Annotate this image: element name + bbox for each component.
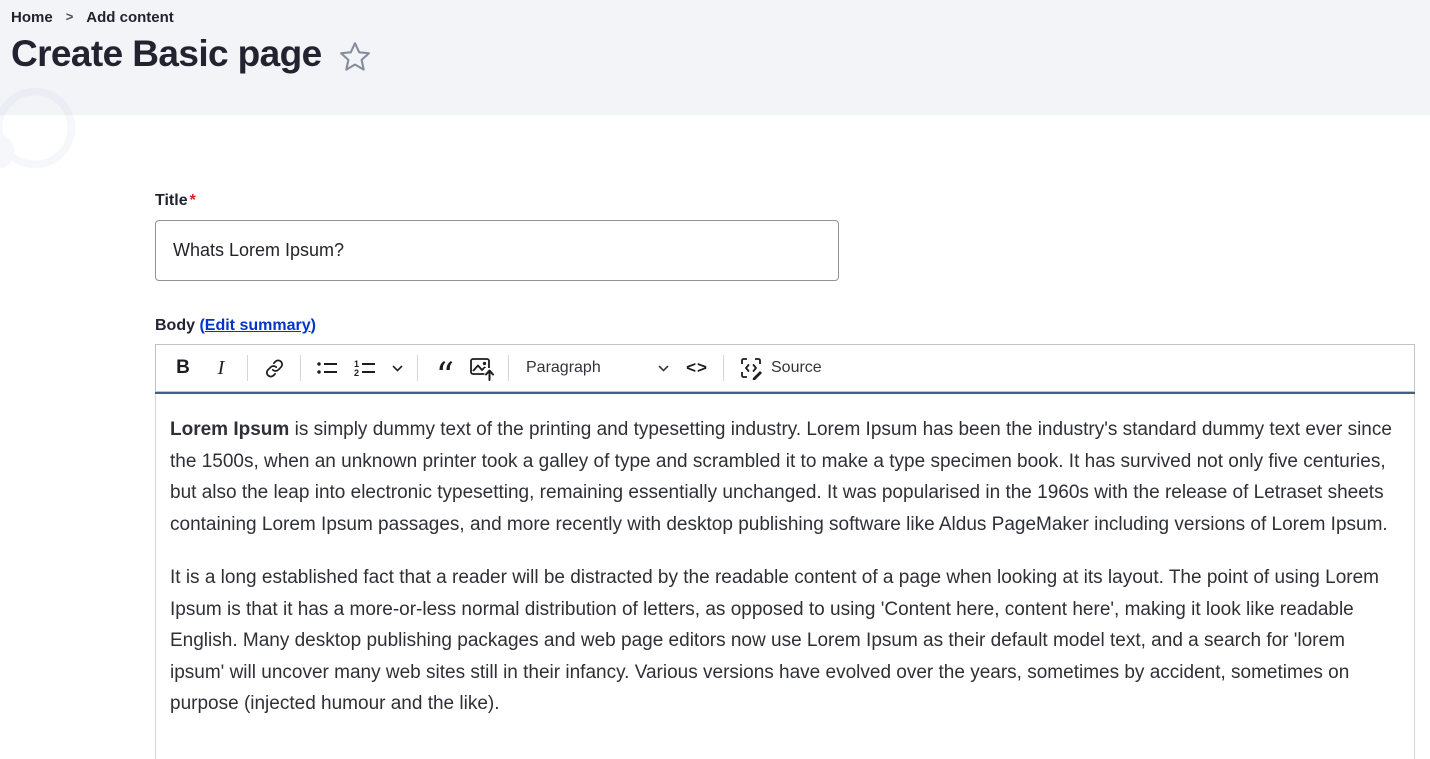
title-input[interactable] <box>155 220 839 281</box>
toolbar-separator <box>300 355 301 381</box>
editor-toolbar: B I <box>155 344 1415 392</box>
toolbar-separator <box>417 355 418 381</box>
insert-image-button[interactable] <box>463 349 501 387</box>
toolbar-separator <box>723 355 724 381</box>
page-header: Home > Add content Create Basic page <box>0 0 1430 115</box>
numbered-list-button[interactable]: 1 2 <box>346 349 384 387</box>
summary-paren-close: ) <box>311 317 316 334</box>
toolbar-separator <box>508 355 509 381</box>
body-paragraph: Lorem Ipsum is simply dummy text of the … <box>170 414 1400 540</box>
code-button[interactable]: <> <box>678 349 716 387</box>
background-watermark-icon <box>0 88 100 168</box>
chevron-down-icon <box>391 362 404 375</box>
link-icon <box>264 358 285 379</box>
paragraph-format-dropdown[interactable]: Paragraph <box>516 349 678 387</box>
paragraph-format-value: Paragraph <box>526 359 601 377</box>
image-upload-icon <box>469 355 495 381</box>
svg-text:2: 2 <box>354 368 359 378</box>
breadcrumb: Home > Add content <box>11 9 1430 26</box>
source-button-label: Source <box>771 359 822 377</box>
breadcrumb-home-link[interactable]: Home <box>11 9 53 26</box>
page-title: Create Basic page <box>11 34 322 75</box>
blockquote-button[interactable]: “ <box>425 349 463 387</box>
numbered-list-icon: 1 2 <box>353 356 377 380</box>
body-paragraph: It is a long established fact that a rea… <box>170 562 1400 720</box>
body-rich-text-editor: B I <box>155 344 1415 759</box>
toolbar-separator <box>247 355 248 381</box>
source-editing-icon <box>739 356 763 380</box>
italic-button[interactable]: I <box>202 349 240 387</box>
breadcrumb-separator-icon: > <box>66 9 74 24</box>
edit-summary-link[interactable]: Edit summary <box>205 317 311 334</box>
list-options-dropdown-button[interactable] <box>384 349 410 387</box>
bulleted-list-icon <box>315 356 339 380</box>
title-field-label: Title <box>155 192 188 209</box>
bold-button[interactable]: B <box>164 349 202 387</box>
star-outline-icon <box>337 39 373 75</box>
link-button[interactable] <box>255 349 293 387</box>
editor-content-area[interactable]: Lorem Ipsum is simply dummy text of the … <box>155 394 1415 759</box>
node-form: Title* Body (Edit summary) B I <box>0 192 1430 759</box>
bulleted-list-button[interactable] <box>308 349 346 387</box>
bookmark-star-button[interactable] <box>337 39 373 75</box>
breadcrumb-current: Add content <box>86 9 174 26</box>
code-icon: <> <box>686 358 708 378</box>
bold-icon: B <box>176 357 190 379</box>
chevron-down-icon <box>657 362 670 375</box>
source-button[interactable]: Source <box>731 349 830 387</box>
required-marker: * <box>190 192 196 209</box>
italic-icon: I <box>218 357 225 380</box>
body-field-label: Body <box>155 317 195 334</box>
